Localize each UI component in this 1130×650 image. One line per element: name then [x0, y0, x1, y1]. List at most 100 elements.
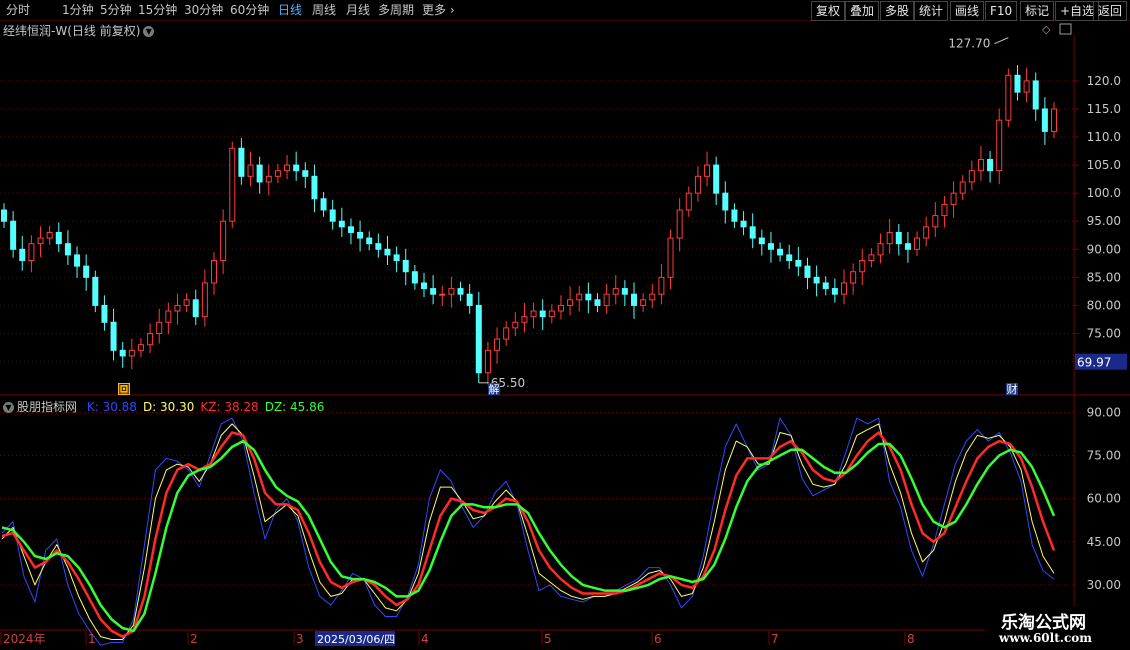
diamond-icon: ◇: [1042, 23, 1051, 36]
candle-body: [886, 231, 893, 245]
candle-body: [822, 282, 829, 290]
candle-body: [649, 293, 656, 301]
candle-body: [795, 260, 802, 267]
date-tick-label: 7: [771, 632, 779, 646]
candle-body: [101, 304, 108, 323]
date-tick-label: 2: [190, 632, 198, 646]
candle-body: [713, 164, 720, 194]
watermark-url: www.60lt.com: [999, 631, 1092, 645]
candle-body: [83, 265, 90, 278]
candle-body: [174, 304, 181, 312]
candle-body: [932, 215, 939, 228]
candle-body: [156, 321, 163, 334]
candle-body: [457, 288, 464, 295]
chevron-down-icon[interactable]: ▼: [3, 402, 14, 413]
candle-body: [612, 288, 619, 295]
candle-body: [137, 344, 144, 351]
candle-body: [1, 209, 7, 222]
candle-body: [256, 164, 263, 183]
candle-body: [320, 198, 327, 211]
candle-body: [484, 349, 491, 374]
candle-body: [402, 260, 409, 273]
panel-toggle-icon: [1059, 23, 1072, 35]
price-tick-label: 110.0: [1087, 130, 1121, 144]
indicator-tick-label: 75.00: [1087, 449, 1121, 463]
indicator-tick-label: 30.00: [1087, 578, 1121, 592]
candle-body: [868, 254, 875, 262]
date-tick-label: 6: [654, 632, 662, 646]
candle-body: [302, 170, 309, 177]
candle-body: [247, 164, 254, 177]
candle-body: [740, 220, 747, 228]
candle-body: [393, 254, 400, 262]
candle-body: [594, 299, 601, 306]
candle-body: [439, 293, 446, 296]
indicator-line-d: [1, 423, 1055, 640]
candle-body: [220, 220, 227, 262]
indicator-value-d: D: 30.30: [142, 400, 195, 414]
date-tick-label: 1: [88, 632, 96, 646]
candle-body: [576, 293, 583, 301]
candle-body: [557, 304, 564, 312]
price-tick-label: 90.00: [1087, 242, 1121, 256]
price-tick-label: 80.00: [1087, 298, 1121, 312]
candle-body: [904, 243, 911, 250]
candle-body: [475, 304, 482, 374]
high-marker-line: [994, 37, 1009, 45]
indicator-value-kz: KZ: 38.28: [200, 400, 259, 414]
date-tick-label: 4: [421, 632, 429, 646]
candle-body: [987, 158, 994, 172]
candle-body: [968, 170, 975, 183]
candle-body: [128, 349, 135, 357]
candle-body: [521, 316, 528, 323]
candle-body: [722, 192, 729, 211]
indicator-name: 股朋指标网: [17, 400, 78, 414]
candle-body: [621, 288, 628, 295]
indicator-tick-label: 60.00: [1087, 492, 1121, 506]
candle-body: [530, 310, 537, 318]
date-tick-label: 3: [296, 632, 304, 646]
candle-body: [1023, 80, 1030, 93]
candle-body: [749, 226, 756, 239]
candle-body: [64, 243, 71, 256]
candle-body: [977, 158, 984, 172]
price-tick-label: 75.00: [1087, 326, 1121, 340]
high-price-label: 127.70: [948, 37, 990, 51]
candle-body: [813, 276, 820, 284]
candle-body: [895, 231, 902, 245]
date-tick-label: 8: [907, 632, 915, 646]
candle-body: [996, 119, 1003, 172]
candle-body: [28, 243, 35, 262]
candle-body: [375, 243, 382, 250]
candle-body: [421, 282, 427, 290]
candle-body: [585, 293, 592, 301]
event-mark-label: 解: [489, 382, 500, 396]
candle-body: [46, 231, 53, 239]
candle-body: [411, 271, 418, 284]
indicator-title: ▼ 股朋指标网 K: 30.88 D: 30.30 KZ: 38.28 DZ: 45.8…: [3, 398, 324, 415]
price-tick-label: 105.0: [1087, 158, 1121, 172]
candle-body: [265, 175, 272, 183]
candle-body: [694, 175, 701, 194]
candle-body: [366, 237, 373, 245]
candle-body: [284, 164, 291, 172]
candle-body: [347, 226, 354, 233]
candle-body: [338, 220, 345, 228]
price-tick-label: 85.00: [1087, 270, 1121, 284]
candle-body: [55, 231, 62, 245]
watermark-title: 乐淘公式网: [1001, 613, 1086, 633]
candle-body: [658, 276, 665, 295]
kline-chart[interactable]: 120.0 115.0 110.0 105.0 100.0 95.00 90.00 85.00…: [0, 0, 1130, 650]
candle-body: [777, 248, 784, 256]
event-mark-label: 回: [119, 383, 130, 396]
candle-body: [494, 338, 501, 351]
event-mark-label: 财: [1007, 382, 1018, 396]
candle-body: [1005, 74, 1012, 121]
candle-body: [539, 310, 546, 318]
candle-body: [119, 349, 126, 357]
candle-body: [841, 282, 847, 295]
candle-body: [877, 243, 884, 256]
indicator-value-dz: DZ: 45.86: [264, 400, 325, 414]
price-tick-label: 115.0: [1087, 102, 1121, 116]
candle-body: [1041, 108, 1048, 132]
